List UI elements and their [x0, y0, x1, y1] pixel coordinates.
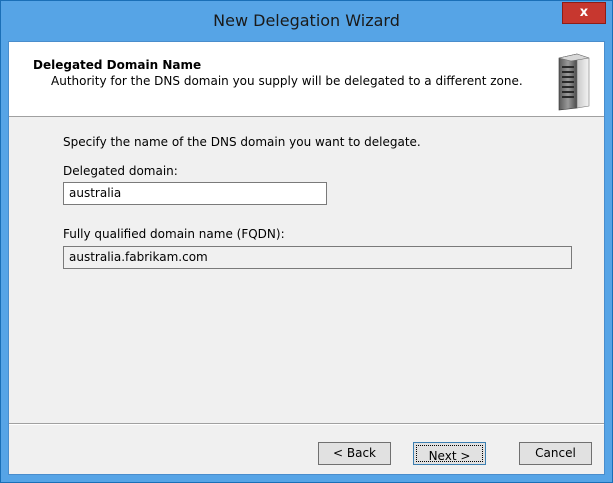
back-button[interactable]: < Back — [318, 442, 391, 465]
delegated-domain-input[interactable]: australia — [63, 182, 327, 205]
cancel-button[interactable]: Cancel — [519, 442, 592, 465]
delegated-domain-label: Delegated domain: — [63, 164, 178, 178]
fqdn-field: australia.fabrikam.com — [63, 246, 572, 269]
next-button-label: Next > — [416, 445, 483, 463]
window-title: New Delegation Wizard — [213, 11, 400, 30]
header-subtitle: Authority for the DNS domain you supply … — [51, 74, 523, 88]
wizard-body: Delegated Domain Name Authority for the … — [8, 41, 605, 475]
title-bar[interactable]: New Delegation Wizard x — [1, 1, 612, 41]
next-button[interactable]: Next > — [413, 442, 486, 465]
header-title: Delegated Domain Name — [33, 58, 202, 72]
wizard-window: New Delegation Wizard x Delegated Domain… — [0, 0, 613, 483]
close-icon: x — [579, 5, 589, 20]
close-button[interactable]: x — [562, 2, 606, 24]
server-icon — [558, 53, 590, 111]
wizard-header: Delegated Domain Name Authority for the … — [9, 42, 604, 117]
fqdn-label: Fully qualified domain name (FQDN): — [63, 227, 285, 241]
instruction-text: Specify the name of the DNS domain you w… — [63, 135, 421, 149]
button-divider — [9, 423, 604, 425]
